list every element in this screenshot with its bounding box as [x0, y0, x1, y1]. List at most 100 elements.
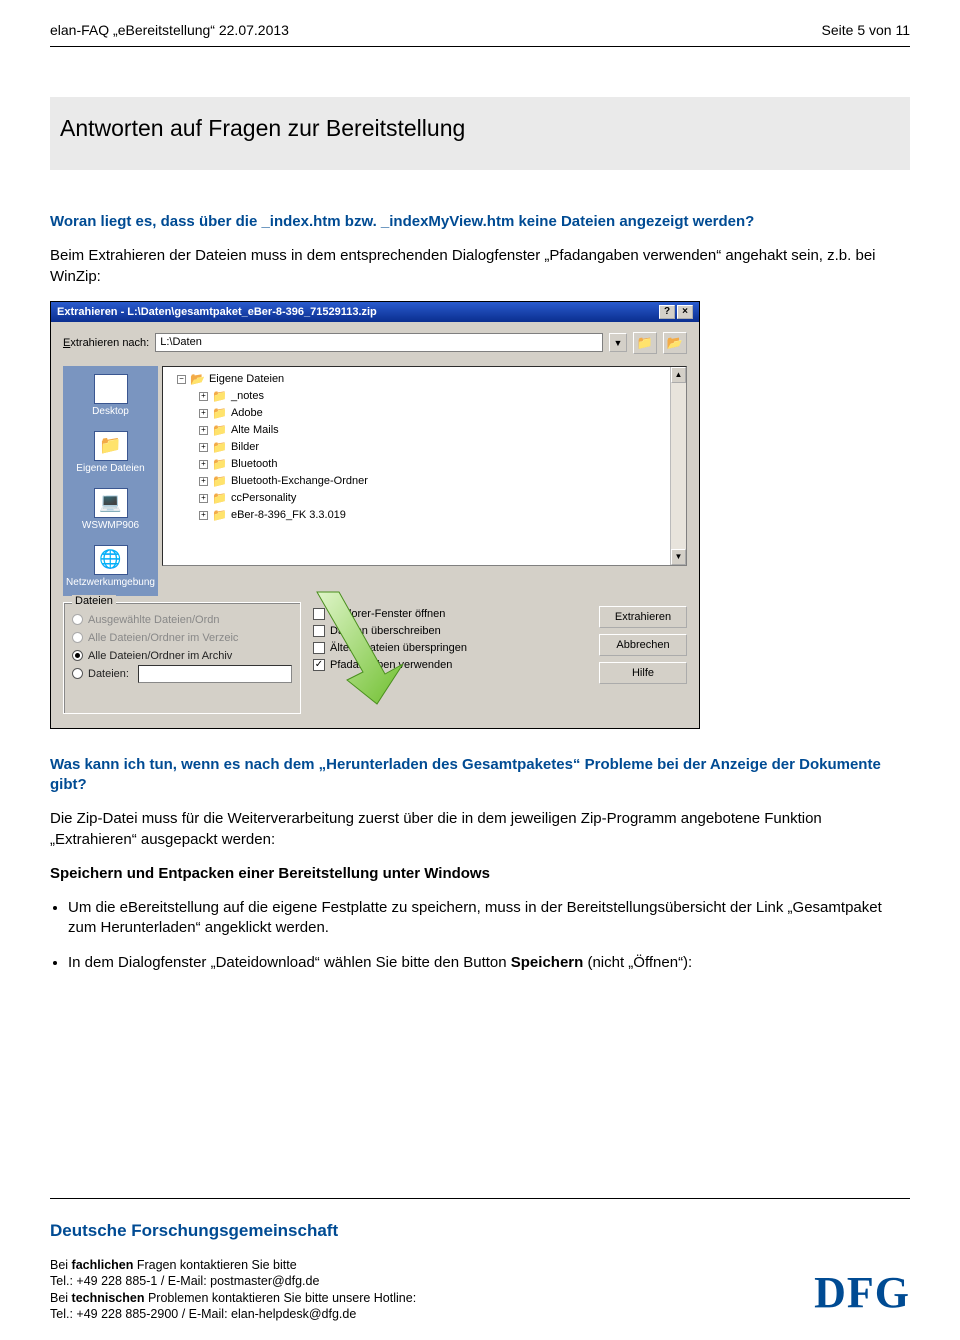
- bullet-2: In dem Dialogfenster „Dateidownload“ wäh…: [68, 953, 910, 973]
- footer-text: fachlichen: [72, 1258, 134, 1272]
- section-title-box: Antworten auf Fragen zur Bereitstellung: [50, 97, 910, 170]
- tree-expand-icon[interactable]: +: [199, 511, 208, 520]
- section-title: Antworten auf Fragen zur Bereitstellung: [60, 115, 900, 142]
- footer-contact: Bei fachlichen Fragen kontaktieren Sie b…: [50, 1257, 910, 1322]
- check-label: Explorer-Fenster öffnen: [330, 608, 445, 620]
- radio-label: Dateien:: [88, 668, 129, 680]
- sidebar-network[interactable]: 🌐 Netzwerkumgebung: [67, 545, 154, 588]
- footer-line-3: Bei technischen Problemen kontaktieren S…: [50, 1290, 910, 1306]
- close-icon[interactable]: ×: [677, 305, 693, 319]
- tree-item: _notes: [231, 390, 264, 402]
- dropdown-icon[interactable]: ▼: [609, 333, 627, 352]
- header-right: Seite 5 von 11: [822, 22, 910, 38]
- winzip-dialog: Extrahieren - L:\Daten\gesamtpaket_eBer-…: [50, 301, 700, 729]
- footer-text: Problemen kontaktieren Sie bitte unsere …: [144, 1291, 416, 1305]
- check-overwrite[interactable]: Dateien überschreiben: [313, 625, 467, 637]
- page: elan-FAQ „eBereitstellung“ 22.07.2013 Se…: [0, 0, 960, 1340]
- dialog-titlebar: Extrahieren - L:\Daten\gesamtpaket_eBer-…: [51, 302, 699, 322]
- radio-icon: [72, 614, 83, 625]
- radio-selected-files: Ausgewählte Dateien/Ordn: [72, 611, 292, 629]
- header-left: elan-FAQ „eBereitstellung“ 22.07.2013: [50, 22, 289, 38]
- question-1-heading: Woran liegt es, dass über die _index.htm…: [50, 212, 910, 232]
- tree-expand-icon[interactable]: +: [199, 392, 208, 401]
- checkbox-checked-icon: ✓: [313, 659, 325, 671]
- radio-files-pattern[interactable]: Dateien:: [72, 665, 292, 683]
- files-fieldset: Dateien Ausgewählte Dateien/Ordn Alle Da…: [63, 602, 301, 714]
- sidebar-computer[interactable]: 💻 WSWMP906: [67, 488, 154, 531]
- tree-item: Adobe: [231, 407, 263, 419]
- checkbox-icon: [313, 608, 325, 620]
- desktop-icon: 🖥: [94, 374, 128, 404]
- computer-icon: 💻: [94, 488, 128, 518]
- tree-expand-icon[interactable]: +: [199, 409, 208, 418]
- places-sidebar: 🖥 Desktop 📁 Eigene Dateien 💻 WSWMP906 🌐 …: [63, 366, 158, 596]
- sidebar-desktop[interactable]: 🖥 Desktop: [67, 374, 154, 417]
- new-folder-icon[interactable]: 📂: [663, 332, 687, 354]
- footer-text: technischen: [72, 1291, 145, 1305]
- bullet-2-a: In dem Dialogfenster „Dateidownload“ wäh…: [68, 954, 511, 971]
- dialog-title: Extrahieren - L:\Daten\gesamtpaket_eBer-…: [57, 306, 377, 318]
- footer-rule: [50, 1198, 910, 1199]
- question-1-paragraph: Beim Extrahieren der Dateien muss in dem…: [50, 246, 910, 287]
- tree-expand-icon[interactable]: +: [199, 460, 208, 469]
- tree-expand-icon[interactable]: +: [199, 443, 208, 452]
- tree-root: Eigene Dateien: [209, 373, 284, 385]
- footer-line-4: Tel.: +49 228 885-2900 / E-Mail: elan-he…: [50, 1306, 910, 1322]
- footer-text: Bei: [50, 1291, 72, 1305]
- bullet-list: Um die eBereitstellung auf die eigene Fe…: [68, 898, 910, 973]
- tree-expand-icon[interactable]: +: [199, 494, 208, 503]
- up-folder-icon[interactable]: 📁: [633, 332, 657, 354]
- footer-text: Bei: [50, 1258, 72, 1272]
- dialog-buttons: Extrahieren Abbrechen Hilfe: [599, 602, 687, 684]
- help-button[interactable]: Hilfe: [599, 662, 687, 684]
- tree-item: ccPersonality: [231, 492, 296, 504]
- bullet-2-strong: Speichern: [511, 954, 584, 971]
- scrollbar[interactable]: ▲ ▼: [670, 367, 686, 565]
- radio-icon: [72, 650, 83, 661]
- folder-icon: 📁: [212, 491, 227, 505]
- check-use-paths[interactable]: ✓ Pfadangaben verwenden: [313, 659, 467, 671]
- folder-icon: 📁: [212, 423, 227, 437]
- sidebar-computer-label: WSWMP906: [82, 520, 139, 531]
- bullet-2-b: (nicht „Öffnen“):: [583, 954, 692, 971]
- extract-to-input[interactable]: L:\Daten: [155, 333, 603, 352]
- help-icon[interactable]: ?: [659, 305, 675, 319]
- tree-expand-icon[interactable]: +: [199, 426, 208, 435]
- footer-line-2: Tel.: +49 228 885-1 / E-Mail: postmaster…: [50, 1273, 910, 1289]
- check-label: Pfadangaben verwenden: [330, 659, 452, 671]
- radio-label: Ausgewählte Dateien/Ordn: [88, 614, 219, 626]
- check-explorer[interactable]: Explorer-Fenster öffnen: [313, 608, 467, 620]
- footer-text: Fragen kontaktieren Sie bitte: [133, 1258, 296, 1272]
- check-skip-older[interactable]: Ältere Dateien überspringen: [313, 642, 467, 654]
- folder-icon: 📁: [212, 440, 227, 454]
- question-2-para1: Die Zip-Datei muss für die Weiterverarbe…: [50, 809, 910, 850]
- scroll-down-icon[interactable]: ▼: [671, 549, 686, 565]
- scroll-up-icon[interactable]: ▲: [671, 367, 686, 383]
- tree-collapse-icon[interactable]: −: [177, 375, 186, 384]
- cancel-button[interactable]: Abbrechen: [599, 634, 687, 656]
- dfg-logo: DFG: [814, 1267, 910, 1318]
- tree-expand-icon[interactable]: +: [199, 477, 208, 486]
- files-pattern-input[interactable]: [138, 665, 292, 683]
- folder-icon: 📁: [212, 457, 227, 471]
- bullet-1: Um die eBereitstellung auf die eigene Fe…: [68, 898, 910, 939]
- tree-item: Bluetooth: [231, 458, 277, 470]
- dialog-body: EExtrahieren nach:xtrahieren nach: L:\Da…: [51, 322, 699, 728]
- folder-tree[interactable]: − 📂 Eigene Dateien + 📁 _notes + 📁 Adobe + 📁 Al…: [162, 366, 687, 566]
- extract-button[interactable]: Extrahieren: [599, 606, 687, 628]
- radio-label: Alle Dateien/Ordner im Verzeic: [88, 632, 238, 644]
- check-label: Ältere Dateien überspringen: [330, 642, 467, 654]
- radio-all-archive[interactable]: Alle Dateien/Ordner im Archiv: [72, 647, 292, 665]
- sidebar-mydocs[interactable]: 📁 Eigene Dateien: [67, 431, 154, 474]
- dialog-lower: Dateien Ausgewählte Dateien/Ordn Alle Da…: [63, 602, 687, 714]
- folder-icon: 📁: [212, 508, 227, 522]
- radio-label: Alle Dateien/Ordner im Archiv: [88, 650, 232, 662]
- header-rule: [50, 46, 910, 47]
- page-footer: Deutsche Forschungsgemeinschaft Bei fach…: [50, 1198, 910, 1322]
- footer-line-1: Bei fachlichen Fragen kontaktieren Sie b…: [50, 1257, 910, 1273]
- folder-icon: 📁: [212, 406, 227, 420]
- checkbox-icon: [313, 642, 325, 654]
- folder-icon: 📂: [190, 372, 205, 386]
- dialog-mid: 🖥 Desktop 📁 Eigene Dateien 💻 WSWMP906 🌐 …: [63, 366, 687, 596]
- tree-item: Alte Mails: [231, 424, 279, 436]
